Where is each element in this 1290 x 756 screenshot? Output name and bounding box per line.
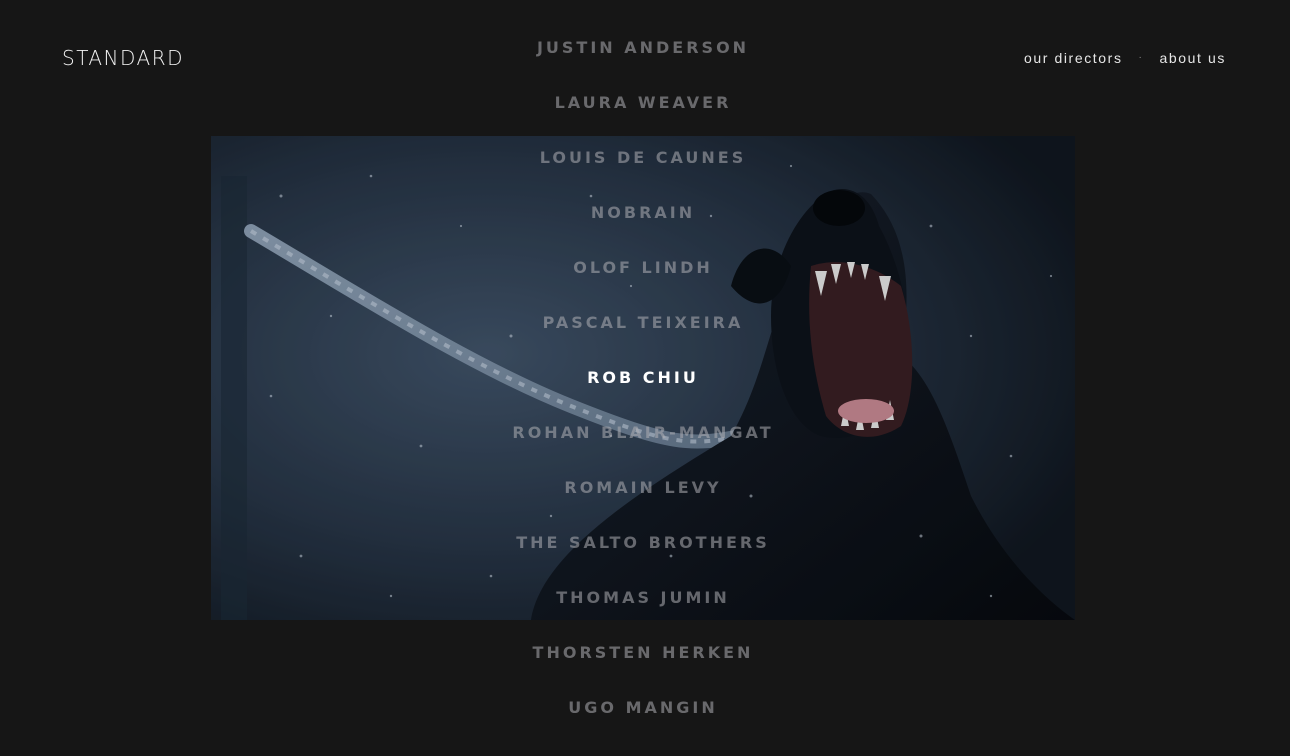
director-link[interactable]: ROMAIN LEVY xyxy=(0,476,1286,500)
director-link[interactable]: LOUIS DE CAUNES xyxy=(0,146,1286,170)
directors-list: JUSTIN ANDERSON LAURA WEAVER LOUIS DE CAUN… xyxy=(0,0,1290,756)
director-link[interactable]: ROHAN BLAIR-MANGAT xyxy=(0,421,1286,445)
director-link[interactable]: UGO MANGIN xyxy=(0,696,1286,720)
director-link[interactable]: ROB CHIU xyxy=(0,366,1286,390)
director-link[interactable]: JUSTIN ANDERSON xyxy=(0,36,1286,60)
page: STANDARD our directors · about us JUSTIN… xyxy=(0,0,1290,756)
director-link[interactable]: PASCAL TEIXEIRA xyxy=(0,311,1286,335)
director-link[interactable]: OLOF LINDH xyxy=(0,256,1286,280)
director-link[interactable]: NOBRAIN xyxy=(0,201,1286,225)
director-link[interactable]: LAURA WEAVER xyxy=(0,91,1286,115)
director-link[interactable]: THE SALTO BROTHERS xyxy=(0,531,1286,555)
director-link[interactable]: THOMAS JUMIN xyxy=(0,586,1286,610)
director-link[interactable]: THORSTEN HERKEN xyxy=(0,641,1286,665)
